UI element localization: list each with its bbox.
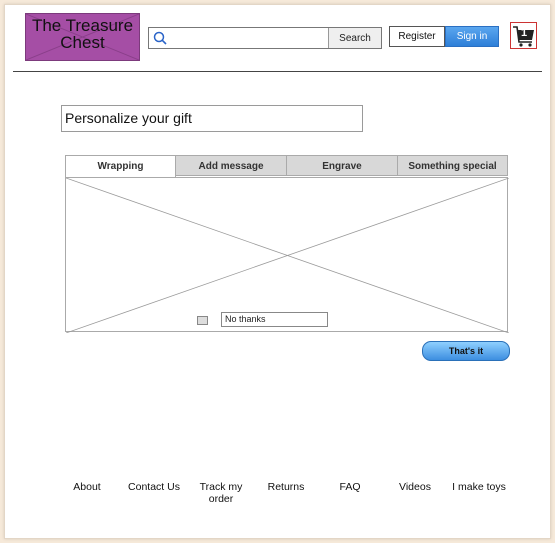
- signin-button[interactable]: Sign in: [445, 26, 499, 47]
- page-title-box: Personalize your gift: [61, 105, 363, 132]
- tab-engrave[interactable]: Engrave: [286, 155, 398, 176]
- cart-button[interactable]: 1: [510, 22, 537, 49]
- no-thanks-label: No thanks: [221, 312, 328, 327]
- footer: About Contact Us Track my order Returns …: [5, 481, 550, 521]
- confirm-button[interactable]: That's it: [422, 341, 510, 361]
- search-icon: [153, 31, 167, 45]
- header-divider: [13, 71, 542, 72]
- footer-link-videos[interactable]: Videos: [380, 481, 450, 493]
- logo-text: The Treasure Chest: [31, 16, 134, 52]
- search-input[interactable]: [169, 28, 325, 48]
- cart-count-badge: 1: [521, 27, 528, 39]
- search-bar: Search: [148, 27, 382, 49]
- footer-link-i-make-toys[interactable]: I make toys: [444, 481, 514, 493]
- image-placeholder: [66, 178, 509, 333]
- footer-link-faq[interactable]: FAQ: [315, 481, 385, 493]
- register-button[interactable]: Register: [389, 26, 445, 47]
- tab-add-message[interactable]: Add message: [175, 155, 287, 176]
- no-thanks-checkbox[interactable]: [197, 316, 208, 325]
- page: The Treasure Chest Search Register Sign …: [4, 4, 551, 539]
- gift-options-tabs: Wrapping Add message Engrave Something s…: [65, 155, 508, 177]
- tab-wrapping[interactable]: Wrapping: [65, 155, 176, 177]
- logo[interactable]: The Treasure Chest: [25, 13, 140, 61]
- footer-link-track-order[interactable]: Track my order: [186, 481, 256, 505]
- search-button[interactable]: Search: [328, 28, 381, 48]
- footer-link-about[interactable]: About: [52, 481, 122, 493]
- tab-something-special[interactable]: Something special: [397, 155, 508, 176]
- page-title: Personalize your gift: [65, 110, 192, 126]
- footer-link-contact-us[interactable]: Contact Us: [119, 481, 189, 493]
- footer-link-returns[interactable]: Returns: [251, 481, 321, 493]
- wrapping-panel: No thanks: [65, 177, 509, 333]
